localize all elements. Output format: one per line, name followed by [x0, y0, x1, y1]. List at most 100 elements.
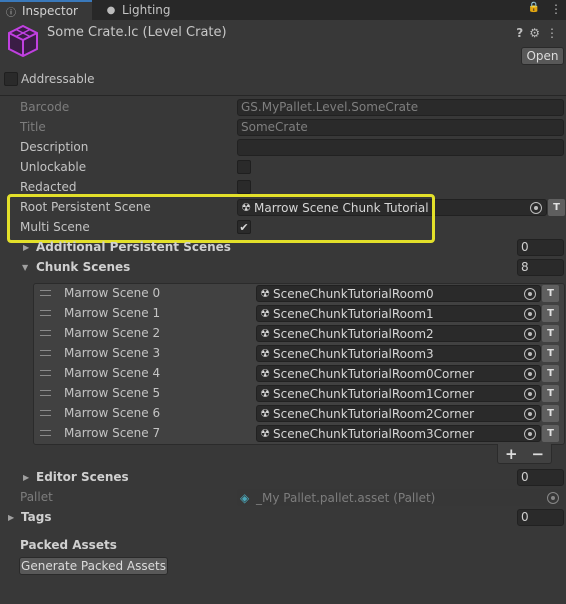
chunk-scene-value: SceneChunkTutorialRoom0Corner: [273, 366, 475, 381]
drag-handle-icon[interactable]: [40, 330, 51, 336]
chunk-scene-field[interactable]: ☢ SceneChunkTutorialRoom1: [256, 305, 541, 322]
fold-arrow-icon[interactable]: ▶: [8, 513, 14, 522]
header-icons: ? ⚙ ⋮: [516, 26, 558, 40]
list-add-remove: + −: [497, 444, 552, 464]
chunk-scene-label: Marrow Scene 2: [64, 326, 161, 340]
editor-scenes-foldout[interactable]: Editor Scenes: [36, 470, 129, 484]
remove-item-button[interactable]: −: [531, 445, 544, 463]
addressable-label: Addressable: [21, 72, 95, 86]
drag-handle-icon[interactable]: [40, 410, 51, 416]
chunk-scene-value: SceneChunkTutorialRoom2: [273, 326, 434, 341]
tab-lighting[interactable]: ● Lighting: [100, 0, 180, 20]
object-picker-icon[interactable]: [524, 387, 536, 400]
object-picker-icon[interactable]: [524, 287, 536, 300]
tab-inspector[interactable]: ⓘ Inspector: [0, 0, 92, 20]
chunk-scenes-foldout[interactable]: Chunk Scenes: [36, 260, 130, 274]
open-button[interactable]: Open: [521, 47, 564, 65]
drag-handle-icon[interactable]: [40, 310, 51, 316]
generate-packed-assets-button[interactable]: Generate Packed Assets: [19, 557, 168, 575]
object-picker-icon[interactable]: [524, 427, 536, 440]
settings-icon[interactable]: ⚙: [529, 26, 540, 40]
lock-icon[interactable]: 🔒: [528, 2, 540, 16]
object-picker-icon[interactable]: [530, 201, 542, 214]
chunk-scene-label: Marrow Scene 7: [64, 426, 161, 440]
unlockable-checkbox[interactable]: [237, 160, 251, 174]
description-field[interactable]: [237, 139, 564, 156]
chunk-scene-field[interactable]: ☢ SceneChunkTutorialRoom0: [256, 285, 541, 302]
chunk-scenes-count[interactable]: 8: [517, 259, 564, 276]
chunk-scene-label: Marrow Scene 1: [64, 306, 161, 320]
chunk-scene-label: Marrow Scene 3: [64, 346, 161, 360]
tab-lighting-label: Lighting: [122, 3, 171, 17]
addressable-checkbox[interactable]: [4, 72, 18, 86]
scene-icon: ☢: [260, 427, 270, 440]
chunk-scene-value: SceneChunkTutorialRoom3Corner: [273, 426, 475, 441]
unlockable-label: Unlockable: [20, 160, 87, 174]
chunk-scene-value: SceneChunkTutorialRoom3: [273, 346, 434, 361]
type-button[interactable]: T: [548, 199, 565, 216]
drag-handle-icon[interactable]: [40, 290, 51, 296]
context-menu-icon[interactable]: ⋮: [546, 26, 558, 40]
redacted-checkbox[interactable]: [237, 180, 251, 194]
chunk-scene-field[interactable]: ☢ SceneChunkTutorialRoom0Corner: [256, 365, 541, 382]
drag-handle-icon[interactable]: [40, 430, 51, 436]
chunk-scene-label: Marrow Scene 6: [64, 406, 161, 420]
object-picker-icon: [547, 491, 559, 504]
fold-arrow-icon[interactable]: ▶: [23, 473, 29, 482]
type-button[interactable]: T: [542, 305, 559, 322]
chunk-scene-label: Marrow Scene 5: [64, 386, 161, 400]
menu-icon[interactable]: ⋮: [550, 2, 562, 16]
drag-handle-icon[interactable]: [40, 370, 51, 376]
chunk-scene-field[interactable]: ☢ SceneChunkTutorialRoom2: [256, 325, 541, 342]
scene-icon: ☢: [260, 387, 270, 400]
object-picker-icon[interactable]: [524, 367, 536, 380]
scene-icon: ☢: [260, 287, 270, 300]
chunk-scene-label: Marrow Scene 4: [64, 366, 161, 380]
type-button[interactable]: T: [542, 425, 559, 442]
divider: [0, 95, 566, 96]
object-picker-icon[interactable]: [524, 307, 536, 320]
title-field: SomeCrate: [237, 119, 564, 136]
chunk-scene-label: Marrow Scene 0: [64, 286, 161, 300]
asset-title: Some Crate.lc (Level Crate): [47, 25, 227, 40]
fold-arrow-icon[interactable]: ▶: [23, 243, 29, 252]
tags-foldout[interactable]: Tags: [21, 510, 51, 524]
pallet-value: _My Pallet.pallet.asset (Pallet): [256, 490, 436, 505]
fold-arrow-open-icon[interactable]: ▼: [22, 263, 28, 272]
type-button[interactable]: T: [542, 365, 559, 382]
chunk-scene-field[interactable]: ☢ SceneChunkTutorialRoom3: [256, 345, 541, 362]
add-item-button[interactable]: +: [505, 445, 518, 463]
barcode-label: Barcode: [20, 100, 70, 114]
tags-count[interactable]: 0: [517, 509, 564, 526]
type-button[interactable]: T: [542, 405, 559, 422]
chunk-scene-value: SceneChunkTutorialRoom0: [273, 286, 434, 301]
chunk-scene-field[interactable]: ☢ SceneChunkTutorialRoom2Corner: [256, 405, 541, 422]
chunk-scene-field[interactable]: ☢ SceneChunkTutorialRoom3Corner: [256, 425, 541, 442]
help-icon[interactable]: ?: [516, 26, 523, 40]
type-button[interactable]: T: [542, 385, 559, 402]
scene-icon: ☢: [260, 307, 270, 320]
type-button[interactable]: T: [542, 325, 559, 342]
type-button[interactable]: T: [542, 285, 559, 302]
tab-inspector-label: Inspector: [22, 4, 78, 18]
lightbulb-icon: ●: [106, 4, 116, 16]
drag-handle-icon[interactable]: [40, 390, 51, 396]
type-button[interactable]: T: [542, 345, 559, 362]
object-picker-icon[interactable]: [524, 327, 536, 340]
object-picker-icon[interactable]: [524, 407, 536, 420]
tab-bar-icons: 🔒 ⋮: [528, 2, 562, 16]
pallet-label: Pallet: [20, 490, 53, 504]
highlight-annotation: [7, 194, 435, 243]
additional-persistent-scenes-foldout[interactable]: Additional Persistent Scenes: [36, 240, 231, 254]
scene-icon: ☢: [260, 327, 270, 340]
drag-handle-icon[interactable]: [40, 350, 51, 356]
editor-scenes-count[interactable]: 0: [517, 469, 564, 486]
object-picker-icon[interactable]: [524, 347, 536, 360]
scene-icon: ☢: [260, 367, 270, 380]
chunk-scene-field[interactable]: ☢ SceneChunkTutorialRoom1Corner: [256, 385, 541, 402]
description-label: Description: [20, 140, 89, 154]
scene-icon: ☢: [260, 347, 270, 360]
pallet-field: ◈ _My Pallet.pallet.asset (Pallet): [237, 489, 564, 506]
level-crate-icon: [8, 24, 38, 58]
additional-persistent-scenes-count[interactable]: 0: [517, 239, 564, 256]
